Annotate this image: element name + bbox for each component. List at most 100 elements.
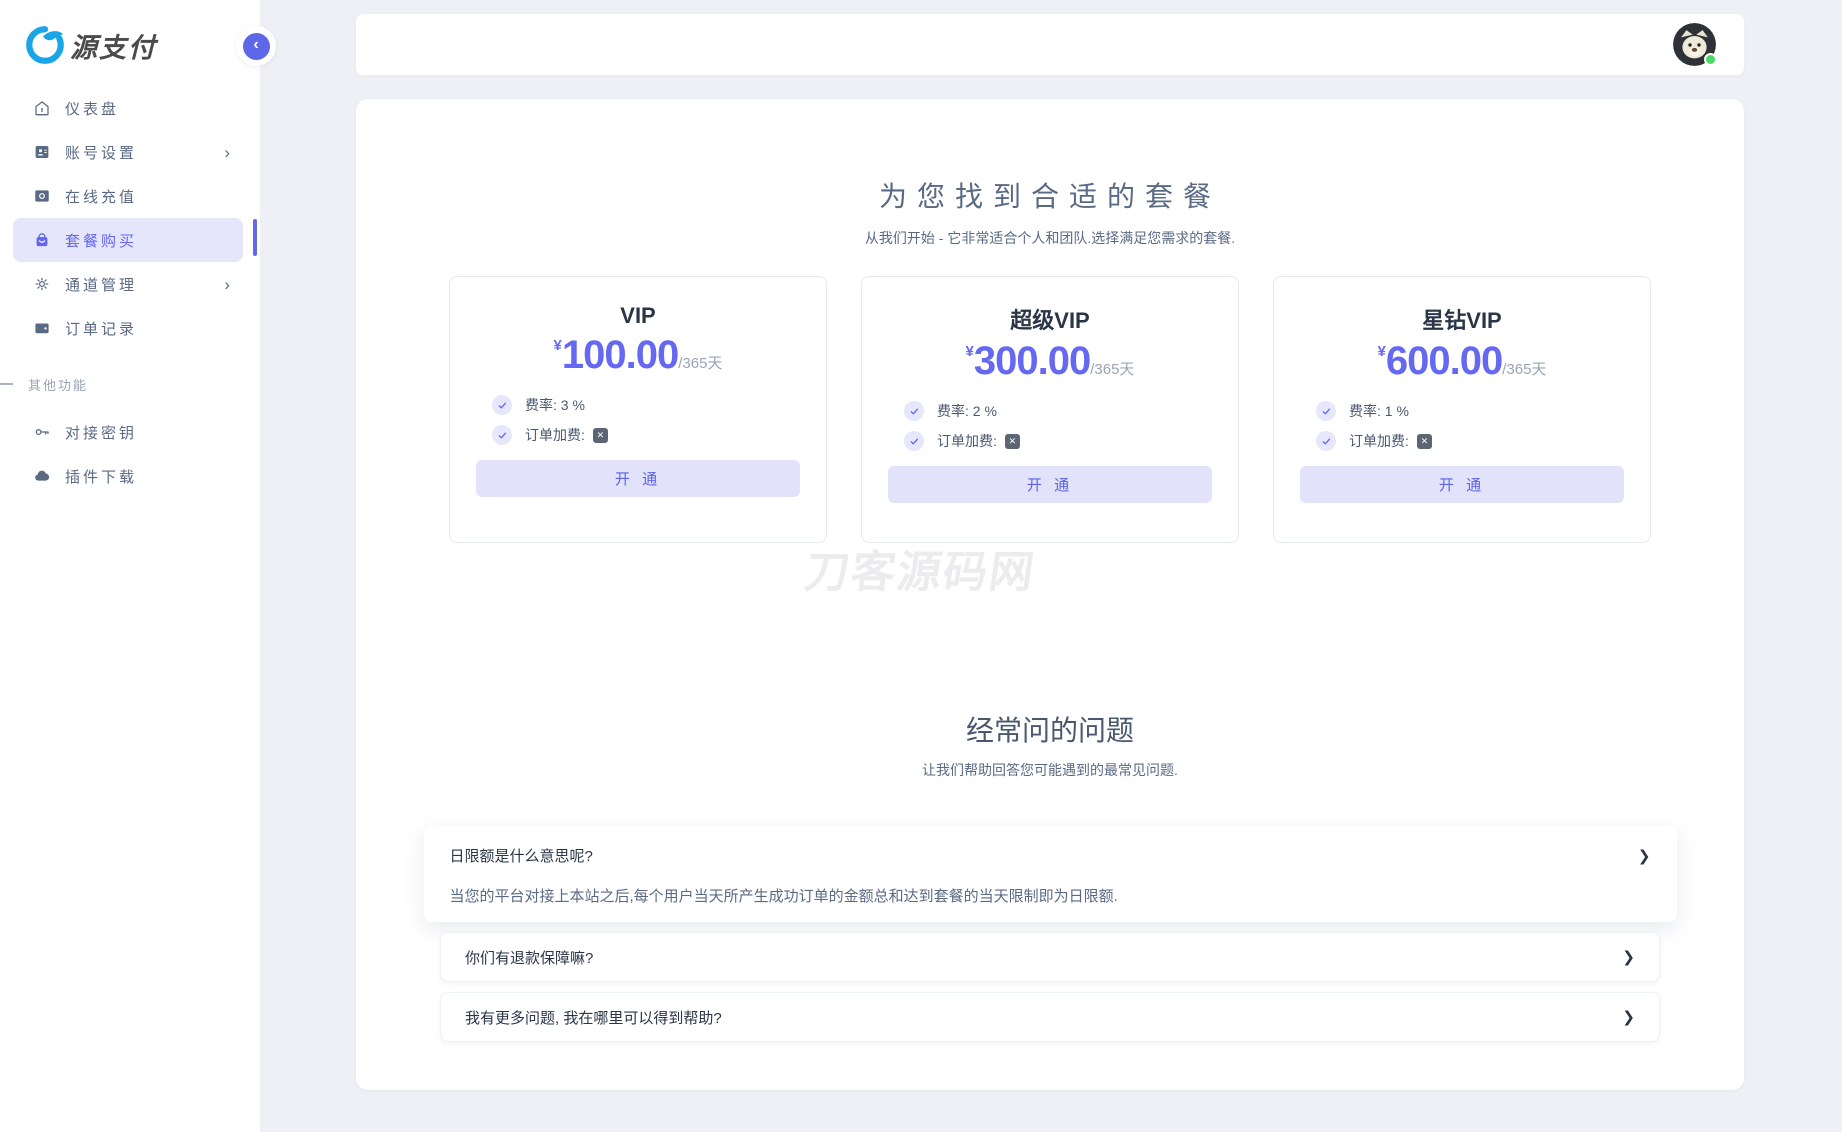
activate-button[interactable]: 开 通 [476, 460, 800, 497]
faq-list: 日限额是什么意思呢? ❯ 当您的平台对接上本站之后,每个用户当天所产生成功订单的… [423, 826, 1677, 1042]
feature-surcharge: 订单加费: ✕ [1316, 430, 1650, 452]
check-icon [1316, 401, 1336, 421]
check-icon [904, 431, 924, 451]
sidebar-item-label: 在线充值 [65, 188, 138, 206]
plan-card-super-vip: 超级VIP ¥300.00/365天 费率: 2 % 订单加费: ✕ 开 通 [861, 276, 1239, 543]
price-amount: 300.00 [973, 339, 1091, 383]
feature-text: 订单加费: [1349, 433, 1409, 449]
chevron-right-icon: ❯ [1622, 949, 1635, 966]
plan-features: 费率: 3 % 订单加费: ✕ [450, 394, 826, 446]
currency-symbol: ¥ [965, 343, 974, 360]
sidebar-item-order-records[interactable]: 订单记录 [13, 306, 243, 350]
section-dash [0, 383, 13, 385]
faq-item-more-help[interactable]: 我有更多问题, 我在哪里可以得到帮助? ❯ [440, 992, 1660, 1042]
sidebar-item-label: 通道管理 [65, 276, 138, 294]
pricing-subtitle: 从我们开始 - 它非常适合个人和团队.选择满足您需求的套餐. [864, 230, 1236, 246]
plan-features: 费率: 2 % 订单加费: ✕ [862, 400, 1238, 452]
x-square-icon: ✕ [1004, 433, 1020, 449]
plans-row: VIP ¥100.00/365天 费率: 3 % 订单加费: ✕ 开 通 超级V… [356, 276, 1744, 543]
price-period: /365天 [1090, 361, 1135, 378]
cloud-icon [33, 467, 51, 485]
online-status-dot [1704, 53, 1717, 66]
check-icon [904, 401, 924, 421]
plan-price: ¥300.00/365天 [862, 339, 1238, 384]
faq-question: 我有更多问题, 我在哪里可以得到帮助? [465, 1009, 722, 1027]
pricing-title: 为您找到合适的套餐 [878, 181, 1221, 212]
feature-text: 费率: 2 % [937, 403, 997, 419]
chevron-right-icon: › [224, 274, 230, 294]
feature-text: 费率: 3 % [525, 397, 585, 413]
chevron-left-icon: ‹ [242, 32, 270, 60]
wallet-icon [33, 319, 51, 337]
faq-answer: 当您的平台对接上本站之后,每个用户当天所产生成功订单的金额总和达到套餐的当天限制… [449, 888, 1118, 905]
plan-features: 费率: 1 % 订单加费: ✕ [1274, 400, 1650, 452]
sidebar-item-dashboard[interactable]: 仪表盘 [13, 86, 243, 130]
active-item-indicator [253, 219, 257, 256]
price-period: /365天 [1502, 361, 1547, 378]
shopping-bag-icon [33, 231, 51, 249]
chevron-right-icon: › [224, 142, 230, 162]
feature-text: 订单加费: [525, 427, 585, 443]
sidebar-item-label: 仪表盘 [65, 100, 120, 118]
activate-button[interactable]: 开 通 [1300, 466, 1624, 503]
check-icon [1316, 431, 1336, 451]
main-content-card: 为您找到合适的套餐 从我们开始 - 它非常适合个人和团队.选择满足您需求的套餐.… [356, 99, 1744, 1090]
sidebar-item-package-purchase[interactable]: 套餐购买 [13, 218, 243, 262]
check-icon [492, 425, 512, 445]
sidebar-nav: 仪表盘 账号设置 › 在线充值 套餐购买 通道管理 › 订单记录 [0, 86, 260, 350]
plan-card-vip: VIP ¥100.00/365天 费率: 3 % 订单加费: ✕ 开 通 [449, 276, 827, 543]
brand-swoosh-icon [24, 24, 66, 66]
feature-surcharge: 订单加费: ✕ [492, 424, 826, 446]
faq-item-refund[interactable]: 你们有退款保障嘛? ❯ [440, 932, 1660, 982]
key-icon [33, 423, 51, 441]
plan-card-star-diamond-vip: 星钻VIP ¥600.00/365天 费率: 1 % 订单加费: ✕ 开 通 [1273, 276, 1651, 543]
faq-question: 你们有退款保障嘛? [465, 949, 594, 967]
sidebar-item-channel-management[interactable]: 通道管理 › [13, 262, 243, 306]
x-square-icon: ✕ [1416, 433, 1432, 449]
price-period: /365天 [678, 355, 723, 372]
sidebar-item-label: 插件下载 [65, 468, 138, 486]
currency-symbol: ¥ [1377, 343, 1386, 360]
feature-surcharge: 订单加费: ✕ [904, 430, 1238, 452]
sidebar-nav-extra: 对接密钥 插件下载 [0, 410, 260, 498]
currency-symbol: ¥ [553, 337, 562, 354]
section-label: 其他功能 [28, 377, 89, 393]
sidebar-collapse-button[interactable]: ‹ [236, 26, 276, 66]
sidebar-item-plugin-download[interactable]: 插件下载 [13, 454, 243, 498]
sidebar-item-label: 订单记录 [65, 320, 138, 338]
faq-item-daily-limit[interactable]: 日限额是什么意思呢? ❯ 当您的平台对接上本站之后,每个用户当天所产生成功订单的… [423, 826, 1677, 922]
sidebar-item-api-keys[interactable]: 对接密钥 [13, 410, 243, 454]
chevron-right-icon: ❯ [1622, 1009, 1635, 1026]
sidebar-item-label: 对接密钥 [65, 424, 138, 442]
user-avatar[interactable] [1673, 23, 1717, 66]
plan-name: 超级VIP [1010, 308, 1090, 333]
plan-price: ¥100.00/365天 [450, 333, 826, 378]
sidebar-item-label: 套餐购买 [65, 232, 138, 250]
feature-rate: 费率: 1 % [1316, 400, 1650, 422]
feature-text: 费率: 1 % [1349, 403, 1409, 419]
activate-button[interactable]: 开 通 [888, 466, 1212, 503]
recharge-card-icon [33, 187, 51, 205]
topbar [356, 14, 1744, 75]
faq-question: 日限额是什么意思呢? [449, 848, 593, 865]
plan-name: 星钻VIP [1422, 308, 1502, 333]
sidebar-item-online-recharge[interactable]: 在线充值 [13, 174, 243, 218]
gear-icon [33, 275, 51, 293]
faq-subtitle: 让我们帮助回答您可能遇到的最常见问题. [922, 762, 1178, 778]
x-square-icon: ✕ [592, 427, 608, 443]
feature-text: 订单加费: [937, 433, 997, 449]
plan-name: VIP [620, 303, 656, 328]
brand-name: 源支付 [70, 32, 157, 63]
price-amount: 600.00 [1385, 339, 1503, 383]
feature-rate: 费率: 3 % [492, 394, 826, 416]
account-card-icon [33, 143, 51, 161]
check-icon [492, 395, 512, 415]
price-amount: 100.00 [561, 333, 679, 377]
sidebar-item-account-settings[interactable]: 账号设置 › [13, 130, 243, 174]
sidebar: 源支付 仪表盘 账号设置 › 在线充值 套餐购买 通道管理 › 订单记录 其他功… [0, 0, 260, 1132]
faq-title: 经常问的问题 [965, 715, 1134, 746]
feature-rate: 费率: 2 % [904, 400, 1238, 422]
brand-logo[interactable]: 源支付 [0, 0, 260, 66]
sidebar-section-other: 其他功能 [0, 374, 260, 394]
home-icon [33, 99, 51, 117]
